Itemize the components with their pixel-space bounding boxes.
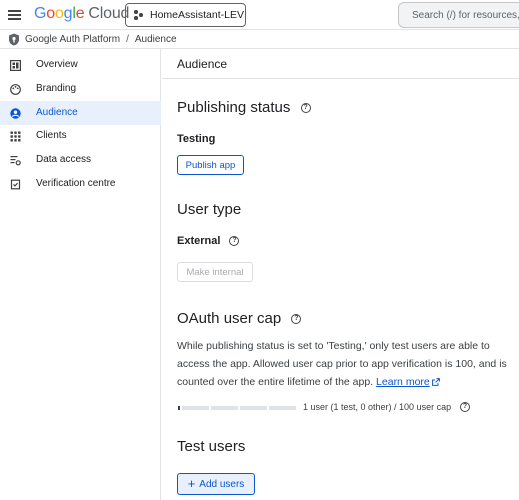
breadcrumb-item-platform[interactable]: Google Auth Platform (25, 34, 120, 45)
sidebar: Overview Branding Audience Clients Data … (0, 49, 161, 500)
progress-fill (178, 406, 180, 410)
shield-icon (9, 33, 19, 45)
grid-icon (10, 131, 21, 142)
user-cap-description-text: While publishing status is set to 'Testi… (177, 340, 507, 388)
sidebar-item-label: Data access (36, 154, 92, 165)
sidebar-item-label: Branding (36, 83, 77, 94)
publishing-status-value: Testing (177, 133, 216, 145)
palette-icon (10, 84, 21, 95)
sidebar-item-branding[interactable]: Branding (0, 77, 161, 101)
sidebar-item-label: Audience (36, 107, 78, 118)
breadcrumb-separator: / (126, 33, 129, 45)
oauth-user-cap-title: OAuth user cap (177, 310, 282, 327)
user-type-heading-row: External ? (177, 235, 240, 247)
user-type-value: External (177, 235, 221, 247)
help-icon[interactable]: ? (300, 103, 311, 114)
project-icon (134, 10, 144, 20)
oauth-user-cap-heading: OAuth user cap ? (177, 310, 302, 327)
sidebar-item-overview[interactable]: Overview (0, 53, 161, 77)
publishing-status-title: Publishing status (177, 99, 291, 116)
test-users-heading: Test users (177, 438, 246, 455)
plus-icon: + (187, 476, 196, 491)
sidebar-item-clients[interactable]: Clients (0, 124, 161, 148)
external-link-icon (431, 378, 440, 387)
sidebar-item-verification-centre[interactable]: Verification centre (0, 172, 161, 196)
add-users-label: Add users (199, 478, 245, 490)
breadcrumb: Google Auth Platform / Audience (0, 30, 519, 49)
google-cloud-logo[interactable]: Google Cloud (34, 5, 129, 23)
user-cap-progress-bar (178, 406, 296, 410)
list-settings-icon (10, 156, 21, 166)
search-input[interactable]: Search (/) for resources, docs (398, 2, 519, 28)
help-icon[interactable]: ? (460, 402, 470, 412)
top-bar: Google Cloud HomeAssistant-LEV Search (/)… (0, 0, 519, 30)
learn-more-link[interactable]: Learn more (376, 376, 430, 388)
user-type-heading: User type (177, 201, 242, 218)
page-title: Audience (177, 57, 228, 71)
sidebar-item-data-access[interactable]: Data access (0, 148, 161, 172)
help-icon[interactable]: ? (229, 236, 240, 247)
page-header: Audience (162, 49, 519, 79)
sidebar-item-label: Clients (36, 130, 67, 141)
help-icon[interactable]: ? (291, 314, 302, 325)
search-placeholder: Search (/) for resources, docs (412, 9, 519, 21)
add-users-button[interactable]: + Add users (177, 473, 255, 495)
user-cap-description: While publishing status is set to 'Testi… (177, 337, 514, 391)
sidebar-item-label: Overview (36, 59, 78, 70)
publish-app-button[interactable]: Publish app (177, 155, 244, 175)
make-internal-button[interactable]: Make internal (177, 262, 253, 282)
breadcrumb-item-audience: Audience (134, 33, 177, 45)
user-cap-usage-text: 1 user (1 test, 0 other) / 100 user cap (303, 402, 452, 412)
project-selector-button[interactable]: HomeAssistant-LEV (125, 3, 246, 27)
sidebar-item-label: Verification centre (36, 178, 116, 189)
dashboard-icon (10, 60, 21, 71)
main-menu-icon[interactable] (6, 6, 24, 24)
sidebar-item-audience[interactable]: Audience (0, 101, 161, 125)
project-name: HomeAssistant-LEV (150, 9, 244, 21)
publishing-status-heading: Publishing status ? (177, 99, 311, 116)
person-circle-icon (10, 108, 21, 119)
verified-doc-icon (10, 179, 21, 190)
main-content: Audience Publishing status ? Testing Pub… (162, 49, 519, 500)
